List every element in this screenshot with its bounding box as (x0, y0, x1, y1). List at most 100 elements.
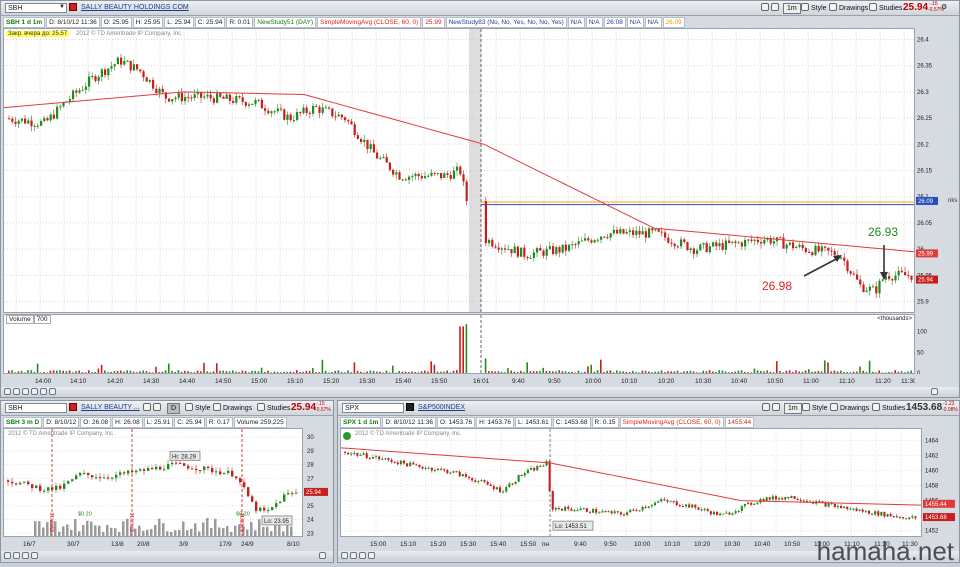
candle-body (789, 242, 791, 244)
main-aggregation-button[interactable]: 1m (783, 3, 801, 14)
candle-body (878, 281, 880, 294)
left-volume-bar (214, 519, 217, 536)
right-info-sma[interactable]: SimpleMovingAvg (CLOSE, 60, 0) (620, 417, 724, 428)
main-symbol-input[interactable]: SBH (5, 3, 67, 13)
left-time-axis: 16/730/713/820/83/917/924/98/10 (3, 538, 303, 548)
candle-body (901, 271, 903, 272)
left-scroll-end-icon[interactable] (319, 552, 326, 559)
right-candle-body (372, 457, 374, 458)
main-drawings-button[interactable]: Drawings (829, 3, 868, 13)
scroll-left-icon[interactable] (22, 388, 29, 395)
right-scroll-left-icon[interactable] (359, 552, 366, 559)
left-description[interactable]: SALLY BEAUTY ... (81, 403, 140, 413)
right-price-plot[interactable]: Lo: 1453.51 2012 © TD Ameritrade IP Comp… (340, 428, 922, 537)
left-volume-bar (166, 531, 169, 536)
volume-bar (654, 372, 656, 373)
right-zoom-in-icon[interactable] (350, 552, 357, 559)
left-zoom-in-icon[interactable] (13, 552, 20, 559)
volume-bar (290, 372, 292, 373)
volume-bar (434, 365, 436, 373)
candle-body (725, 241, 727, 250)
volume-bar (162, 372, 164, 373)
left-volume-bar (70, 530, 73, 536)
main-studies-button[interactable]: Studies (869, 3, 902, 13)
right-candle-body (753, 504, 755, 505)
candle-body (386, 157, 388, 162)
volume-bar (174, 372, 176, 373)
left-aggregation-button[interactable]: D (167, 403, 180, 414)
volume-bar (309, 371, 311, 373)
candle-body (654, 229, 656, 230)
right-candle-body (651, 505, 653, 506)
right-candle-body (666, 500, 668, 501)
main-volume-plot[interactable]: Volume700 <thousands> (3, 314, 915, 374)
left-candle-body (103, 478, 105, 479)
left-zoom-out-icon[interactable] (4, 552, 11, 559)
right-price-svg: Lo: 1453.51 (341, 429, 921, 536)
left-scroll-right-icon[interactable] (31, 552, 38, 559)
right-tools-icon[interactable] (762, 403, 782, 413)
zoom-out-icon[interactable] (4, 388, 11, 395)
main-link-icon[interactable] (69, 3, 77, 11)
main-toolbar: SBH ▼ SALLY BEAUTY HOLDINGS COM 1m Style… (1, 1, 959, 16)
info-study83[interactable]: NewStudy83 (No, No, Yes, No, No, Yes) (446, 17, 567, 28)
right-symbol-input[interactable]: SPX (342, 403, 404, 413)
right-style-button[interactable]: Style (802, 403, 828, 413)
volume-bar (766, 370, 768, 373)
left-drawings-button[interactable]: Drawings (213, 403, 252, 413)
right-candle-body (781, 498, 783, 499)
drag-icon[interactable] (49, 388, 56, 395)
time-label: 15:40 (395, 378, 412, 385)
volume-tick: 0 (917, 371, 921, 374)
right-link-icon[interactable] (406, 403, 414, 411)
right-candle-body (883, 512, 885, 517)
volume-bar (59, 370, 61, 373)
volume-bar (94, 372, 96, 373)
candle-body (242, 97, 244, 102)
time-label: 15:00 (251, 378, 268, 385)
main-price-plot[interactable]: 26.9826.93 Закр. вчера до: 25.57 2012 © … (3, 28, 915, 313)
candle-body (699, 245, 701, 251)
volume-bar (446, 371, 448, 373)
main-price-axis[interactable]: 26.426.3526.326.2526.226.1526.126.052625… (915, 28, 945, 313)
volume-bar (123, 372, 125, 373)
right-zoom-out-icon[interactable] (341, 552, 348, 559)
right-candle-body (911, 516, 913, 517)
main-style-button[interactable]: Style (801, 3, 827, 13)
volume-bar (859, 367, 861, 373)
left-link-icon[interactable] (69, 403, 77, 411)
pan-icon[interactable] (40, 388, 47, 395)
volume-bar (277, 372, 279, 373)
scroll-right-icon[interactable] (31, 388, 38, 395)
time-label: 16:01 (473, 378, 490, 385)
left-tools-icon[interactable] (143, 403, 163, 413)
scroll-end-icon[interactable] (931, 388, 938, 395)
left-scroll-left-icon[interactable] (22, 552, 29, 559)
right-description[interactable]: S&P500INDEX (418, 403, 465, 413)
candle-body (174, 98, 176, 99)
left-studies-button[interactable]: Studies (257, 403, 290, 413)
info-sma[interactable]: SimpleMovingAvg (CLOSE, 60, 0) (317, 17, 421, 28)
left-style-button[interactable]: Style (185, 403, 211, 413)
left-symbol-input[interactable]: SBH (5, 403, 67, 413)
zoom-in-icon[interactable] (13, 388, 20, 395)
volume-bar (299, 372, 301, 373)
right-candle-body (893, 516, 895, 517)
info-study51[interactable]: NewStudy51 (DAY) (254, 17, 316, 28)
right-aggregation-button[interactable]: 1m (784, 403, 802, 414)
left-price-plot[interactable]: 29/07/1217/07/1217/08/12Hi: 28.29Lo: 23.… (3, 428, 303, 537)
candle-body (792, 242, 794, 248)
right-candle-body (443, 469, 445, 470)
candle-body (853, 274, 855, 275)
candle-body (866, 291, 868, 292)
right-drawings-button[interactable]: Drawings (830, 403, 869, 413)
volume-value: 700 (34, 315, 51, 324)
main-symbol-dropdown-icon[interactable]: ▼ (59, 4, 65, 10)
main-settings-icon[interactable]: ⚙ (941, 3, 947, 13)
main-tools-icon[interactable] (761, 3, 781, 13)
right-scroll-right-icon[interactable] (368, 552, 375, 559)
right-studies-button[interactable]: Studies (872, 403, 905, 413)
right-candle-body (465, 474, 467, 477)
main-description[interactable]: SALLY BEAUTY HOLDINGS COM (81, 3, 189, 13)
left-volume-bar (246, 530, 249, 536)
